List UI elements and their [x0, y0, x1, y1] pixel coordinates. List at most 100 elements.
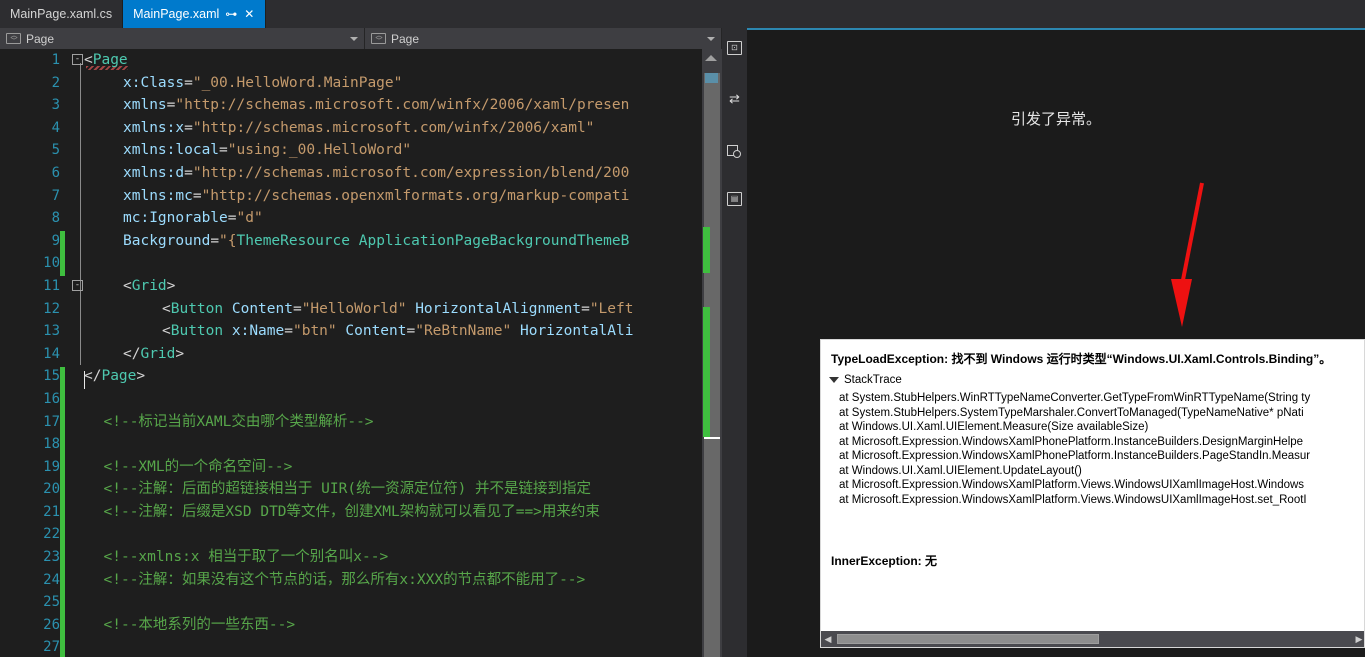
line-number: 25: [43, 594, 60, 611]
code-line[interactable]: 13 <Button x:Name="btn" Content="ReBtnNam…: [0, 320, 722, 343]
code-line[interactable]: 26 <!--本地系列的一些东西-->: [0, 614, 722, 637]
line-number: 6: [51, 164, 60, 181]
member-dropdown-right[interactable]: <> Page: [365, 28, 722, 49]
type-dropdown-left[interactable]: <> Page: [0, 28, 365, 49]
current-line-marker: [704, 437, 720, 439]
fold-toggle-icon[interactable]: -: [72, 279, 83, 291]
swap-panes-icon[interactable]: ⇄: [722, 85, 747, 112]
chevron-down-icon[interactable]: [350, 36, 358, 41]
member-dropdown-right-label: Page: [391, 31, 420, 46]
code-token: <!--标记当前XAML交由哪个类型解析-->: [103, 413, 374, 430]
code-token: HorizontalAlignment: [415, 300, 582, 317]
line-number: 27: [43, 639, 60, 656]
code-line-text: <!--标记当前XAML交由哪个类型解析-->: [104, 411, 374, 434]
code-line[interactable]: 8 mc:Ignorable="d": [0, 207, 722, 230]
code-line-text: <!--注解：后缀是XSD DTD等文件，创建XML架构就可以看见了==>用来约…: [104, 501, 600, 524]
code-token: =: [184, 74, 193, 91]
code-line-text: </Page>: [84, 365, 145, 388]
code-line[interactable]: 16: [0, 388, 722, 411]
code-token: Page: [101, 368, 137, 385]
code-line[interactable]: 25: [0, 591, 722, 614]
inner-exception-row: InnerException: 无: [831, 552, 937, 569]
code-token: =: [192, 187, 202, 204]
code-token: "http://schemas.openxmlformats.org/marku…: [201, 187, 630, 204]
code-line[interactable]: 2 x:Class="_00.HelloWord.MainPage": [0, 72, 722, 95]
chevron-down-icon[interactable]: [707, 36, 715, 41]
layers-icon[interactable]: [722, 138, 747, 165]
code-token: "HelloWorld": [301, 300, 407, 317]
designer-toolbar[interactable]: ⊡ ⇄ ▤: [722, 28, 747, 657]
change-minimap-marker: [703, 227, 710, 273]
code-token: =: [219, 142, 228, 159]
hscroll-thumb[interactable]: [837, 634, 1099, 644]
inner-exception-value: 无: [925, 554, 938, 568]
code-line-text: <Button x:Name="btn" Content="ReBtnName"…: [162, 320, 633, 343]
stacktrace-line: at Microsoft.Expression.WindowsXamlPlatf…: [839, 479, 1305, 491]
code-token: =: [292, 300, 302, 317]
code-token: Grid: [140, 345, 176, 362]
code-line[interactable]: 24 <!--注解：如果没有这个节点的话，那么所有x:XXX的节点都不能用了-->: [0, 569, 722, 592]
code-token: <!--注解：后缀是XSD DTD等文件，创建XML架构就可以看见了==>用来约…: [103, 503, 600, 520]
code-line[interactable]: 3 xmlns="http://schemas.microsoft.com/win…: [0, 94, 722, 117]
exception-horizontal-scrollbar[interactable]: ◀ ▶: [821, 631, 1364, 647]
code-line-text: <!--本地系列的一些东西-->: [104, 614, 296, 637]
code-lines[interactable]: 1- <Page 2 x:Class="_00.HelloWord.MainPage"…: [0, 49, 722, 657]
code-line[interactable]: 5 xmlns:local="using:_00.HelloWord": [0, 139, 722, 162]
tab-label: MainPage.xaml: [133, 7, 220, 21]
stacktrace-line: at Windows.UI.Xaml.UIElement.Measure(Siz…: [839, 421, 1149, 433]
code-token: =: [227, 210, 237, 227]
line-number: 24: [43, 571, 60, 588]
code-line[interactable]: 22: [0, 523, 722, 546]
scroll-right-icon[interactable]: ▶: [1352, 631, 1364, 647]
code-line[interactable]: 27: [0, 636, 722, 657]
code-line[interactable]: 17 <!--标记当前XAML交由哪个类型解析-->: [0, 411, 722, 434]
pin-icon[interactable]: ⊶: [225, 8, 237, 20]
line-number: 20: [43, 481, 60, 498]
scrollbar-thumb[interactable]: [705, 73, 718, 83]
stacktrace-line: at Microsoft.Expression.WindowsXamlPhone…: [839, 450, 1311, 462]
stacktrace-line: at System.StubHelpers.SystemTypeMarshale…: [839, 406, 1304, 419]
code-token: <: [162, 323, 171, 340]
scroll-up-icon[interactable]: [705, 55, 717, 61]
close-icon[interactable]: ✕: [243, 8, 255, 20]
code-line[interactable]: 1 - <Page: [0, 49, 722, 72]
hscroll-track[interactable]: [835, 631, 1352, 647]
line-number: 23: [43, 549, 60, 566]
tab-mainpage-xaml-cs[interactable]: MainPage.xaml.cs: [0, 0, 124, 28]
tab-strip-filler: [266, 0, 1365, 28]
code-line[interactable]: 15 </Page>: [0, 365, 722, 388]
code-line-text: <!--注解：如果没有这个节点的话，那么所有x:XXX的节点都不能用了-->: [104, 569, 586, 592]
code-line[interactable]: 10: [0, 252, 722, 275]
xaml-code-editor[interactable]: 1- <Page 2 x:Class="_00.HelloWord.MainPage"…: [0, 49, 722, 657]
document-outline-icon[interactable]: ▤: [722, 185, 747, 212]
line-number: 8: [51, 210, 60, 227]
code-line[interactable]: 6 xmlns:d="http://schemas.microsoft.com/e…: [0, 162, 722, 185]
line-number: 9: [51, 232, 60, 249]
code-line[interactable]: 11- <Grid>: [0, 275, 722, 298]
code-line[interactable]: 4 xmlns:x="http://schemas.microsoft.com/w…: [0, 117, 722, 140]
fold-toggle-icon[interactable]: -: [72, 54, 83, 65]
exception-details-panel[interactable]: TypeLoadException: 找不到 Windows 运行时类型“Win…: [820, 339, 1365, 648]
line-number: 15: [43, 368, 60, 385]
code-token: >: [175, 345, 185, 362]
code-line[interactable]: 7 xmlns:mc="http://schemas.openxmlformats…: [0, 185, 722, 208]
code-token: <!--XML的一个命名空间-->: [103, 458, 293, 475]
scroll-left-icon[interactable]: ◀: [821, 631, 835, 647]
code-line[interactable]: 14 </Grid>: [0, 343, 722, 366]
stacktrace-line: at Windows.UI.Xaml.UIElement.UpdateLayou…: [839, 464, 1082, 477]
code-line[interactable]: 21 <!--注解：后缀是XSD DTD等文件，创建XML架构就可以看见了==>用…: [0, 501, 722, 524]
tab-mainpage-xaml[interactable]: MainPage.xaml ⊶ ✕: [123, 0, 267, 28]
editor-vertical-scrollbar[interactable]: [702, 49, 722, 657]
stacktrace-section-header[interactable]: StackTrace: [829, 374, 902, 386]
code-line[interactable]: 12 <Button Content="HelloWorld" Horizonta…: [0, 298, 722, 321]
code-token: "http://schemas.microsoft.com/winfx/2006…: [175, 97, 630, 114]
code-line[interactable]: 19 <!--XML的一个命名空间-->: [0, 456, 722, 479]
code-line[interactable]: 9 Background="{ThemeResource ApplicationP…: [0, 230, 722, 253]
code-line[interactable]: 23 <!--xmlns:x 相当于取了一个别名叫x-->: [0, 546, 722, 569]
expander-triangle-icon[interactable]: [829, 377, 839, 383]
code-token: HorizontalAli: [519, 323, 634, 340]
code-line[interactable]: 20 <!--注解：后面的超链接相当于 UIR(统一资源定位符) 并不是链接到指定: [0, 478, 722, 501]
code-line[interactable]: 18: [0, 433, 722, 456]
zoom-fit-icon[interactable]: ⊡: [722, 34, 747, 61]
editor-tab-strip: MainPage.xaml.cs MainPage.xaml ⊶ ✕: [0, 0, 1365, 28]
